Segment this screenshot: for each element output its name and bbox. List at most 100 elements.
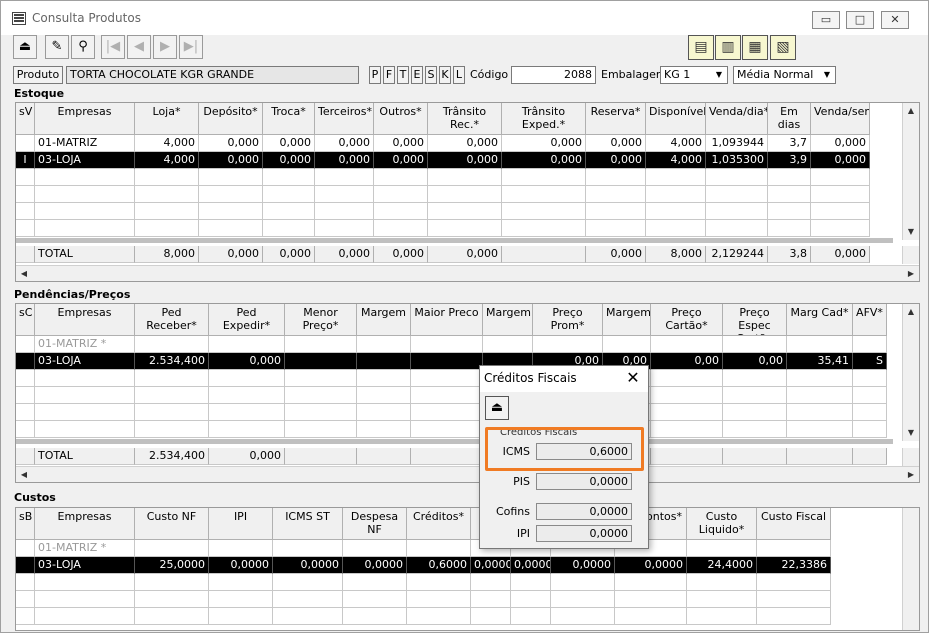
letter-t-button[interactable]: T [397, 66, 409, 84]
embalagem-select[interactable]: KG 1 ▼ [660, 66, 728, 84]
table-cell [199, 186, 263, 203]
table-cell [853, 448, 887, 465]
table-cell [723, 404, 787, 421]
pendencias-hscroll[interactable]: ◀ ▶ [16, 466, 919, 482]
ipi-field[interactable]: 0,0000 [536, 525, 632, 542]
table-cell [428, 186, 502, 203]
table-cell [428, 203, 502, 220]
table-cell [757, 574, 831, 591]
scroll-down-icon[interactable]: ▼ [903, 425, 919, 441]
letter-p-button[interactable]: P [369, 66, 381, 84]
minimize-button[interactable]: ▭ [812, 11, 840, 29]
table-row[interactable]: 01-MATRIZ * [16, 540, 831, 557]
table-cell [787, 404, 853, 421]
table-cell [757, 591, 831, 608]
scroll-right-icon[interactable]: ▶ [903, 266, 919, 281]
close-button[interactable]: ✕ [881, 11, 909, 29]
table-cell [407, 608, 471, 625]
view-export-icon[interactable]: ▧ [770, 35, 796, 60]
letter-k-button[interactable]: K [439, 66, 451, 84]
table-cell [135, 169, 199, 186]
table-row[interactable] [16, 220, 870, 237]
pendencias-total-spin[interactable] [902, 448, 919, 466]
table-cell [551, 608, 615, 625]
table-cell [35, 169, 135, 186]
table-row[interactable] [16, 370, 887, 387]
table-cell [411, 421, 483, 438]
scroll-up-icon[interactable]: ▲ [903, 103, 919, 119]
table-cell: 0,000 [502, 135, 586, 152]
binoculars-icon[interactable]: ⚲ [71, 35, 95, 59]
table-row[interactable] [16, 591, 831, 608]
table-cell [35, 574, 135, 591]
scroll-up-icon[interactable]: ▲ [903, 304, 919, 320]
letter-s-button[interactable]: S [425, 66, 437, 84]
letter-f-button[interactable]: F [383, 66, 395, 84]
table-row[interactable] [16, 404, 887, 421]
produto-button[interactable]: Produto [13, 66, 63, 84]
dialog-close-icon[interactable]: ✕ [624, 369, 642, 387]
table-cell: 0,00 [723, 353, 787, 370]
exit-icon[interactable]: ⏏ [13, 35, 37, 59]
estoque-hscroll[interactable]: ◀ ▶ [16, 265, 919, 281]
view-list-icon[interactable]: ▤ [688, 35, 714, 60]
table-row[interactable] [16, 186, 870, 203]
table-cell [35, 404, 135, 421]
table-cell [357, 353, 411, 370]
table-cell [615, 574, 687, 591]
last-record-icon[interactable]: ▶| [179, 35, 203, 59]
table-row[interactable]: I 03-LOJA 4,000 0,000 0,000 0,000 0,000 0,000 0,… [16, 152, 870, 169]
letter-e-button[interactable]: E [411, 66, 423, 84]
prev-record-icon[interactable]: ◀ [127, 35, 151, 59]
table-cell [615, 591, 687, 608]
maximize-button[interactable]: □ [846, 11, 874, 29]
letter-l-button[interactable]: L [453, 66, 465, 84]
table-cell: 3,9 [768, 152, 811, 169]
scroll-left-icon[interactable]: ◀ [16, 266, 32, 281]
table-row[interactable]: 01-MATRIZ * [16, 336, 887, 353]
table-cell: 0,000 [374, 152, 428, 169]
scroll-down-icon[interactable]: ▼ [903, 224, 919, 240]
first-record-icon[interactable]: |◀ [101, 35, 125, 59]
view-compare-icon[interactable]: ▦ [742, 35, 768, 60]
product-name-field[interactable]: TORTA CHOCOLATE KGR GRANDE [66, 66, 359, 84]
table-cell [502, 186, 586, 203]
table-cell [199, 220, 263, 237]
exit-icon[interactable]: ⏏ [485, 396, 509, 420]
table-cell [811, 169, 870, 186]
next-record-icon[interactable]: ▶ [153, 35, 177, 59]
estoque-vscroll[interactable]: ▲ ▼ [902, 103, 919, 240]
table-row[interactable]: 01-MATRIZ 4,000 0,000 0,000 0,000 0,000 0,000 0… [16, 135, 870, 152]
table-cell [263, 220, 315, 237]
table-row[interactable] [16, 387, 887, 404]
column-header: Terceiros* [315, 103, 374, 135]
table-cell: 2.534,400 [135, 353, 209, 370]
view-detail-icon[interactable]: ▥ [715, 35, 741, 60]
table-cell: 0,000 [811, 135, 870, 152]
table-cell: 4,000 [135, 135, 199, 152]
media-select[interactable]: Média Normal ▼ [733, 66, 836, 84]
scroll-right-icon[interactable]: ▶ [903, 467, 919, 482]
table-row[interactable]: 03-LOJA 25,0000 0,0000 0,0000 0,0000 0,6000 0,… [16, 557, 831, 574]
codigo-field[interactable]: 2088 [511, 66, 596, 84]
cofins-field[interactable]: 0,0000 [536, 503, 632, 520]
scroll-left-icon[interactable]: ◀ [16, 467, 32, 482]
table-cell [646, 220, 706, 237]
pendencias-vscroll[interactable]: ▲ ▼ [902, 304, 919, 441]
table-row[interactable] [16, 608, 831, 625]
estoque-total-spin[interactable] [902, 246, 919, 264]
column-header: sV [16, 103, 35, 135]
pis-field[interactable]: 0,0000 [536, 473, 632, 490]
table-cell [209, 591, 273, 608]
custos-vscroll[interactable] [902, 508, 919, 630]
table-row[interactable] [16, 169, 870, 186]
column-header: sB [16, 508, 35, 540]
column-header: Disponível [646, 103, 706, 135]
table-row[interactable]: 03-LOJA 2.534,400 0,000 0,00 0,00 0,00 0,00 35,… [16, 353, 887, 370]
table-cell [471, 608, 511, 625]
table-cell [209, 608, 273, 625]
edit-icon[interactable]: ✎ [45, 35, 69, 59]
table-row[interactable] [16, 421, 887, 438]
table-row[interactable] [16, 574, 831, 591]
table-row[interactable] [16, 203, 870, 220]
